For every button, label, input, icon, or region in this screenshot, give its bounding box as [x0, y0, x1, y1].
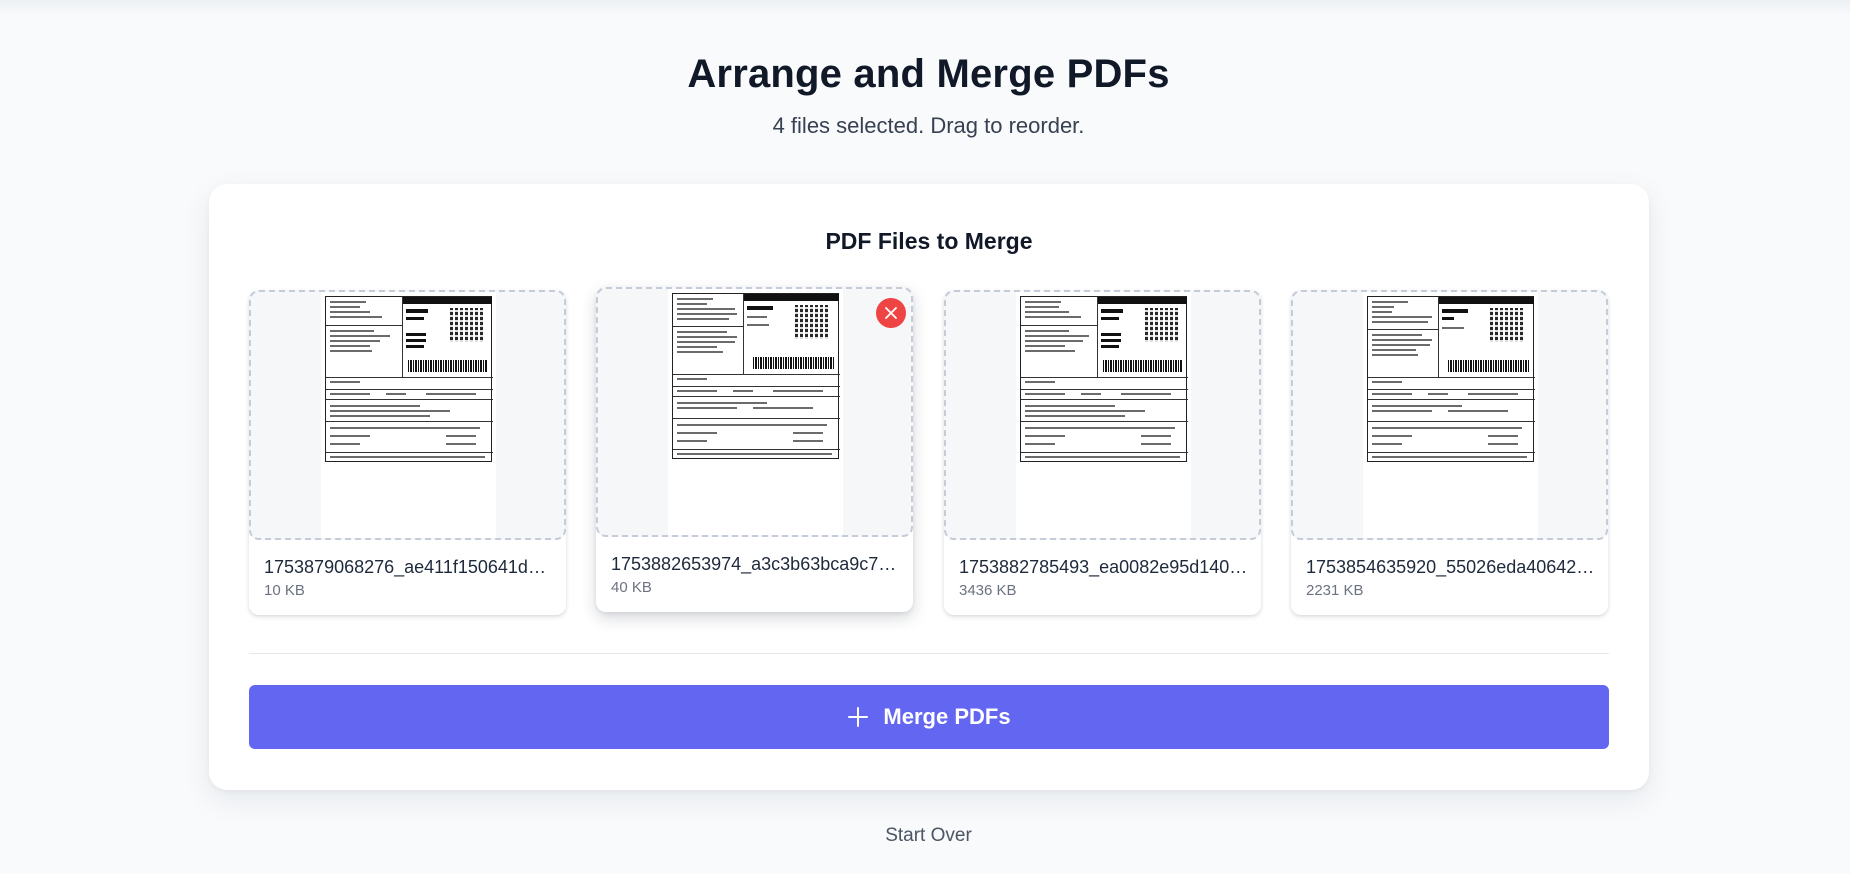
pdf-thumbnail — [944, 290, 1261, 540]
file-name: 1753879068276_ae411f150641d52c... — [264, 557, 554, 577]
pdf-page-preview — [1363, 292, 1538, 538]
plus-icon — [847, 706, 869, 728]
pdf-page-preview — [668, 289, 843, 535]
file-size: 2231 KB — [1306, 582, 1364, 599]
top-shade — [0, 0, 1850, 14]
merge-pdfs-button[interactable]: Merge PDFs — [249, 685, 1609, 749]
file-size: 40 KB — [611, 579, 652, 596]
divider — [249, 653, 1609, 654]
close-icon — [885, 307, 897, 319]
start-over-link[interactable]: Start Over — [0, 825, 1850, 847]
pdf-page-preview — [1016, 292, 1191, 538]
file-name: 1753882653974_a3c3b63bca9c76d... — [611, 554, 901, 574]
file-name: 1753854635920_55026eda40642ff... — [1306, 557, 1596, 577]
merge-panel: PDF Files to Merge 1753879068276_ae411f1… — [209, 184, 1649, 790]
page-subtitle: 4 files selected. Drag to reorder. — [772, 113, 1085, 138]
pdf-file-card[interactable]: 1753882785493_ea0082e95d1408... 3436 KB — [944, 290, 1261, 615]
pdf-file-card[interactable]: 1753854635920_55026eda40642ff... 2231 KB — [1291, 290, 1608, 615]
merge-button-label: Merge PDFs — [883, 704, 1011, 729]
pdf-thumbnail — [1291, 290, 1608, 540]
pdf-page-preview — [321, 292, 496, 538]
pdf-thumbnail — [249, 290, 566, 540]
file-size: 3436 KB — [959, 582, 1017, 599]
pdf-thumbnail — [596, 287, 913, 537]
panel-title: PDF Files to Merge — [825, 228, 1033, 254]
page-title: Arrange and Merge PDFs — [687, 52, 1170, 96]
pdf-file-card[interactable]: 1753879068276_ae411f150641d52c... 10 KB — [249, 290, 566, 615]
file-size: 10 KB — [264, 582, 305, 599]
pdf-file-card[interactable]: 1753882653974_a3c3b63bca9c76d... 40 KB — [596, 287, 913, 612]
remove-file-button[interactable] — [876, 298, 906, 328]
file-name: 1753882785493_ea0082e95d1408... — [959, 557, 1249, 577]
